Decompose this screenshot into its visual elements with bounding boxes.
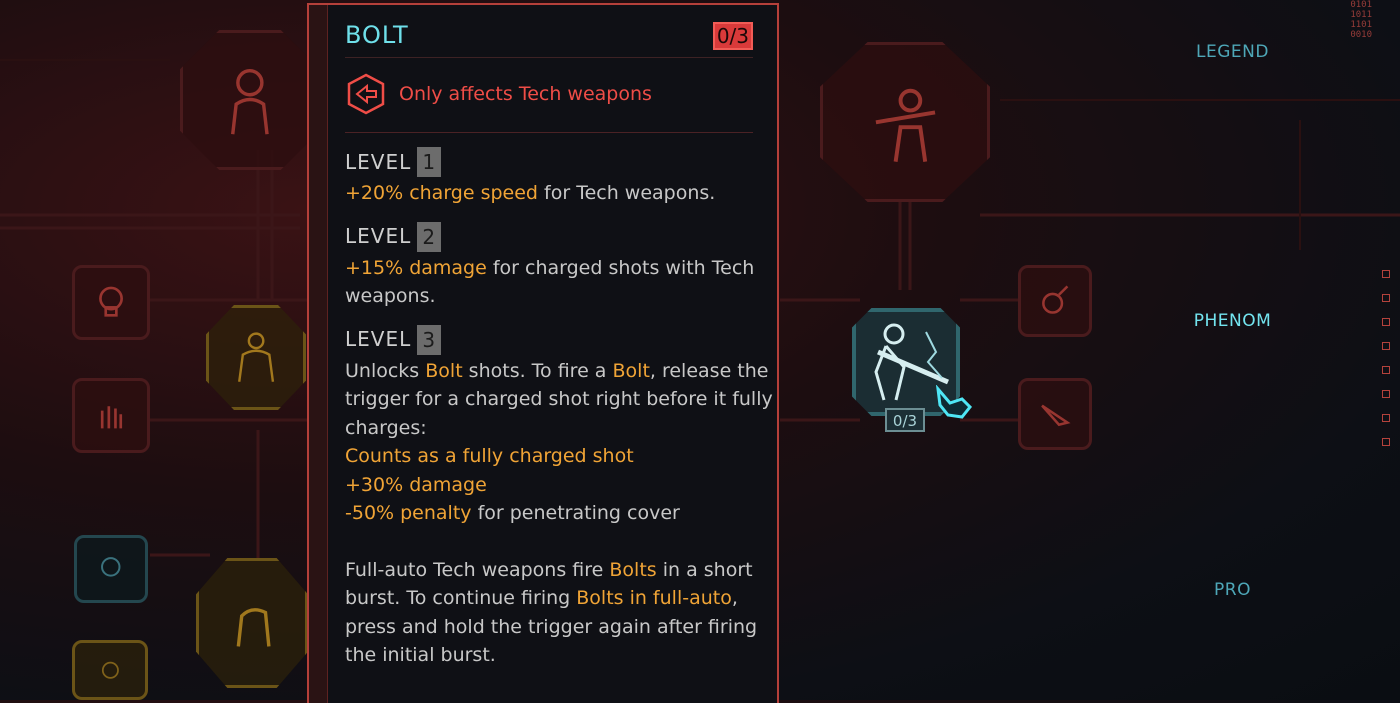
edge-ticks xyxy=(1382,270,1392,462)
fullauto-text-line4: the initial burst. xyxy=(345,644,496,666)
perk-node-hand[interactable] xyxy=(72,378,150,453)
character-icon xyxy=(231,69,269,135)
perk-description: LEVEL 1 +20% charge speed for Tech weapo… xyxy=(345,147,775,670)
restriction-row: Only affects Tech weapons xyxy=(345,73,652,115)
grenade-icon xyxy=(1042,285,1069,314)
perk-node-upper-right[interactable] xyxy=(820,42,990,202)
level-3-text-line3: charges: xyxy=(345,416,427,439)
perk-title: BOLT xyxy=(345,21,409,49)
level-2-text: +15% damage for charged shots with Tech xyxy=(345,256,755,279)
level-3-text: Unlocks Bolt shots. To fire a Bolt, rele… xyxy=(345,359,769,382)
skull-icon xyxy=(99,287,123,318)
blade-icon xyxy=(1041,404,1071,426)
torso-icon xyxy=(237,332,275,382)
perk-level-counter: 0/3 xyxy=(712,22,753,50)
perk-node-grenade[interactable] xyxy=(1018,265,1092,337)
fullauto-text-line2: burst. To continue firing Bolts in full-… xyxy=(345,587,738,609)
fist-icon xyxy=(236,608,271,647)
level-3-effect-2: +30% damage xyxy=(345,473,487,496)
level-3-effect-1: Counts as a fully charged shot xyxy=(345,445,634,467)
perk-node-fist[interactable] xyxy=(196,558,308,688)
perk-node-skull[interactable] xyxy=(72,265,150,340)
level-3-number: 3 xyxy=(417,324,442,355)
level-1-number: 1 xyxy=(417,147,442,177)
hand-cursor-icon xyxy=(935,385,973,419)
face-icon xyxy=(101,557,121,577)
tech-weapon-icon xyxy=(347,73,385,115)
perk-node-upper-left[interactable] xyxy=(180,30,320,170)
level-2-heading: LEVEL 2 xyxy=(345,221,775,252)
level-2-number: 2 xyxy=(417,221,442,252)
bolt-perk-counter: 0/3 xyxy=(885,408,925,432)
level-1-heading: LEVEL 1 xyxy=(345,147,775,177)
tooltip-accent-bar xyxy=(309,5,328,703)
binary-readout: 0101 1011 1101 0010 xyxy=(1350,0,1372,40)
level-3-heading: LEVEL 3 xyxy=(345,324,775,355)
perk-node-bottom-left[interactable] xyxy=(72,640,148,700)
tier-pro: PRO xyxy=(1214,580,1251,600)
perk-node-blade[interactable] xyxy=(1018,378,1092,450)
title-divider xyxy=(345,57,753,58)
perk-tooltip: BOLT 0/3 Only affects Tech weapons LEVEL… xyxy=(307,3,779,703)
skull-icon xyxy=(101,661,119,679)
gunner-icon xyxy=(875,88,935,162)
tier-legend: LEGEND xyxy=(1196,42,1269,62)
perk-node-face[interactable] xyxy=(74,535,148,603)
level-1-text: +20% charge speed for Tech weapons. xyxy=(345,182,716,204)
perk-node-torso[interactable] xyxy=(206,305,306,410)
fullauto-text-line1: Full-auto Tech weapons fire Bolts in a s… xyxy=(345,558,753,581)
level-2-text-cont: weapons. xyxy=(345,285,436,307)
restriction-divider xyxy=(345,132,753,133)
level-3-text-line2: trigger for a charged shot right before … xyxy=(345,388,773,410)
tier-phenom: PHENOM xyxy=(1193,311,1272,331)
restriction-text: Only affects Tech weapons xyxy=(399,83,652,105)
hand-icon xyxy=(100,406,123,429)
level-3-effect-3: -50% penalty for penetrating cover xyxy=(345,502,680,524)
fullauto-text-line3: press and hold the trigger again after f… xyxy=(345,615,758,638)
